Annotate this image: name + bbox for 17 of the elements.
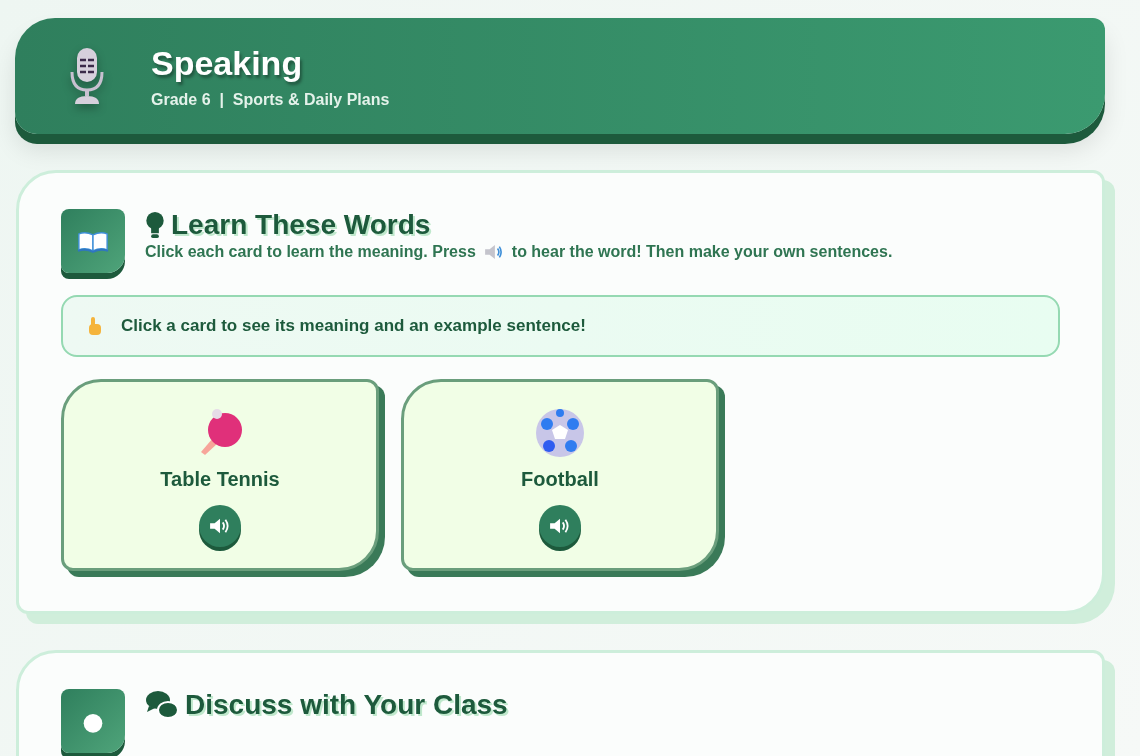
page-subtitle: Grade 6 | Sports & Daily Plans [151,90,390,109]
section-title: Learn These Words [171,209,431,241]
instruction-text: Click each card to learn the meaning. Press [145,243,476,261]
pointing-hand-icon [87,316,103,336]
speaker-icon [549,517,571,535]
hint-text: Click a card to see its meaning and an example sentence! [121,316,586,336]
word-label: Table Tennis [160,468,280,491]
speech-bubbles-icon [145,690,179,720]
page-title: Speaking [151,43,304,83]
book-icon [77,229,109,253]
lightbulb-icon [145,210,165,240]
section-title: Discuss with Your Class [185,689,508,721]
soccer-ball-icon [535,408,585,458]
instruction-text: to hear the word! Then make your own sentences. [511,243,893,261]
word-label: Football [521,468,599,491]
speaker-icon [209,517,231,535]
speaker-icon [483,244,504,260]
